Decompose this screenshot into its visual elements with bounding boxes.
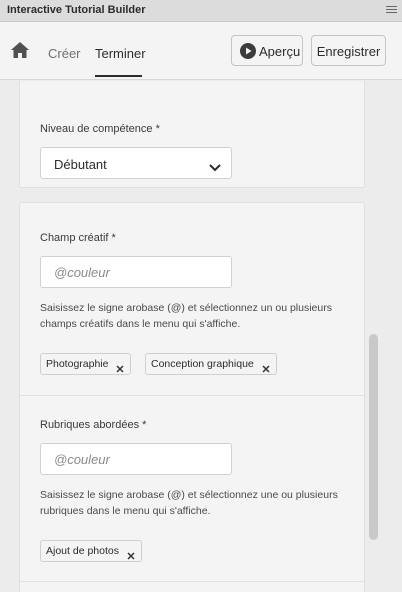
creative-field-label: Champ créatif * [40, 232, 116, 244]
tag-label: Conception graphique [151, 358, 254, 370]
skill-level-value: Débutant [54, 157, 107, 172]
skill-level-card: Niveau de compétence * Débutant [19, 81, 365, 188]
creative-field-input[interactable] [40, 256, 232, 288]
preview-button-label: Aperçu [259, 44, 301, 59]
topics-tag: Ajout de photos [40, 540, 142, 562]
tag-label: Photographie [46, 358, 109, 370]
hamburger-icon[interactable] [386, 6, 397, 15]
skill-level-label: Niveau de compétence * [40, 123, 160, 135]
chevron-down-icon [209, 159, 221, 172]
form-content: Niveau de compétence * Débutant Champ cr… [0, 81, 402, 592]
scrollbar-thumb[interactable] [369, 334, 378, 540]
home-icon[interactable] [10, 41, 30, 59]
tag-label: Ajout de photos [46, 545, 119, 557]
creative-field-tag: Photographie [40, 353, 132, 375]
topics-label: Rubriques abordées * [40, 419, 147, 431]
creative-field-tag: Conception graphique [145, 353, 277, 375]
topics-help: Saisissez le signe arobase (@) et sélect… [40, 489, 338, 517]
title-bar: Interactive Tutorial Builder [0, 0, 402, 22]
play-circle-icon [240, 43, 256, 59]
topics-input[interactable] [40, 443, 232, 475]
remove-tag-icon[interactable] [127, 547, 135, 560]
section-divider [20, 581, 364, 582]
window-title: Interactive Tutorial Builder [7, 4, 146, 16]
creative-field-help: Saisissez le signe arobase (@) et sélect… [40, 302, 332, 330]
active-tab-indicator [95, 75, 142, 77]
tab-finish[interactable]: Terminer [95, 46, 146, 61]
section-divider [20, 395, 364, 396]
skill-level-select[interactable]: Débutant [40, 147, 232, 179]
tab-create[interactable]: Créer [48, 46, 81, 61]
preview-button[interactable]: Aperçu [231, 35, 303, 66]
remove-tag-icon[interactable] [116, 360, 124, 373]
remove-tag-icon[interactable] [262, 360, 270, 373]
save-button-label: Enregistrer [316, 44, 381, 59]
navigation-bar: Créer Terminer Aperçu Enregistrer [0, 22, 402, 80]
save-button[interactable]: Enregistrer [311, 35, 386, 66]
categories-card: Champ créatif * Saisissez le signe aroba… [19, 202, 365, 592]
